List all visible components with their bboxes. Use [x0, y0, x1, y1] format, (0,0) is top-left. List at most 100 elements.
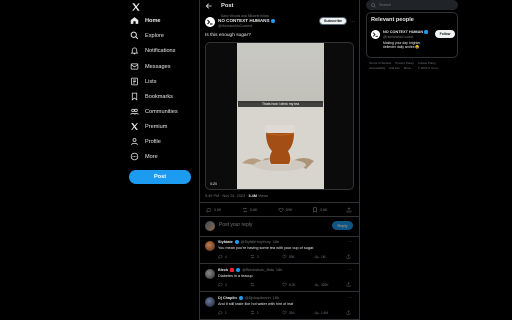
reply-age[interactable]: 18h — [273, 240, 279, 244]
reply-header: Dj Chaplin @Djchaplinnnn 18h — [218, 296, 279, 300]
more-options-icon[interactable]: ··· — [348, 267, 352, 272]
person-name[interactable]: NO CONTEXT HUMAN — [383, 30, 428, 34]
search-input[interactable] — [379, 3, 449, 7]
like-count: 31K — [289, 310, 295, 315]
repost-action[interactable]: 1 — [250, 310, 259, 315]
reply-age[interactable]: 18h — [273, 296, 279, 300]
views-label: Views — [258, 194, 269, 198]
author-handle[interactable]: @HumansNoContext — [218, 24, 252, 28]
reply-age[interactable]: 18h — [276, 268, 282, 272]
footer-link-cookie[interactable]: Cookie Policy — [418, 61, 436, 65]
follow-button[interactable]: Follow — [435, 30, 455, 38]
footer-link-terms[interactable]: Terms of Service — [369, 61, 391, 65]
reply-action[interactable]: 3 — [218, 282, 227, 287]
repost-action[interactable]: 5.8K — [242, 207, 257, 213]
like-action[interactable]: 6.2K — [282, 282, 296, 287]
share-action[interactable] — [346, 310, 351, 315]
footer-link-privacy[interactable]: Privacy Policy — [395, 61, 414, 65]
search-icon — [371, 2, 376, 8]
reply-author-name[interactable]: Bleck — [218, 268, 228, 272]
reply-item[interactable]: Dj Chaplin @Djchaplinnnn 18h ··· And it … — [200, 293, 360, 320]
reply-avatar[interactable] — [205, 269, 215, 279]
video-time: 0:20 — [209, 182, 218, 186]
page-title: Post — [221, 3, 234, 9]
reply-avatar[interactable] — [205, 297, 215, 307]
reply-action[interactable]: 4 — [218, 254, 227, 259]
reply-author-name[interactable]: Siyfdate — [218, 240, 233, 244]
reply-item[interactable]: Bleck @Bleckshulu_Bids 18h ··· Diabetes … — [200, 265, 360, 292]
nav-label: More — [145, 153, 158, 160]
views-action[interactable]: 1.4M — [314, 310, 328, 315]
nav-label: Explore — [145, 32, 164, 39]
more-options-icon[interactable]: ··· — [350, 19, 355, 25]
person-icon — [130, 137, 139, 146]
author-avatar[interactable] — [205, 17, 215, 27]
views-action[interactable]: 420K — [314, 282, 328, 287]
nav-item-messages[interactable]: Messages — [130, 60, 171, 73]
footer-copyright: © 2023 X Corp. — [417, 65, 439, 70]
repost-count: 5.8K — [250, 208, 258, 212]
verified-badge-icon — [238, 296, 243, 300]
relevant-people-panel: Relevant people NO CONTEXT HUMAN @Humans… — [366, 12, 458, 58]
like-action[interactable]: 59K — [278, 207, 292, 213]
home-icon — [130, 16, 139, 25]
tweet-video[interactable]: Thats how I drink my tea 0:20 — [205, 42, 354, 190]
user-avatar[interactable] — [205, 221, 215, 231]
reply-count: 4 — [225, 254, 227, 259]
share-action[interactable] — [346, 207, 352, 213]
nav-item-lists[interactable]: Lists — [130, 75, 157, 88]
nav-label: Messages — [145, 63, 171, 70]
verified-badge-icon — [271, 18, 276, 23]
nav-item-home[interactable]: Home — [130, 14, 161, 27]
reply-author-handle[interactable]: @Bleckshulu_Bids — [242, 268, 274, 272]
nav-item-notifications[interactable]: Notifications — [130, 44, 175, 57]
reply-author-name[interactable]: Dj Chaplin — [218, 296, 237, 300]
nav-item-profile[interactable]: Profile — [130, 135, 161, 148]
person-handle[interactable]: @HumansNoContext — [383, 35, 413, 39]
nav-item-more[interactable]: More — [130, 150, 158, 163]
views-action[interactable]: 1M — [314, 254, 325, 259]
nav-item-premium[interactable]: Premium — [130, 120, 167, 133]
repost-action[interactable]: 3 — [250, 254, 259, 259]
reply-action[interactable]: 1 — [218, 310, 227, 315]
list-icon — [130, 77, 139, 86]
reply-avatar[interactable] — [205, 241, 215, 251]
post-button[interactable]: Post — [129, 170, 191, 184]
more-options-icon[interactable]: ··· — [348, 239, 352, 244]
reply-item[interactable]: Siyfdate @SiyfahHolyHory 18h ··· You mea… — [200, 237, 360, 264]
subscribe-button[interactable]: Subscribe — [319, 17, 347, 25]
reply-action[interactable]: 3.5K — [206, 207, 221, 213]
share-action[interactable] — [346, 282, 351, 287]
reply-author-handle[interactable]: @Djchaplinnnn — [245, 296, 271, 300]
reply-count: 3 — [225, 282, 227, 287]
nav-item-communities[interactable]: Communities — [130, 105, 178, 118]
tweet-text: Is this enough sugar? — [205, 33, 251, 38]
back-arrow-icon[interactable] — [205, 2, 213, 10]
tweet-time[interactable]: 9:49 PM — [205, 194, 219, 198]
footer-link-ads[interactable]: Ads info — [389, 66, 400, 70]
repost-icon — [250, 310, 255, 315]
x-logo-icon[interactable] — [131, 2, 141, 12]
reply-button[interactable]: Reply — [332, 221, 353, 230]
repost-count: 1 — [257, 310, 259, 315]
footer-link-more[interactable]: More ... — [404, 66, 414, 70]
share-action[interactable] — [346, 254, 351, 259]
reply-input[interactable] — [219, 222, 319, 228]
left-nav: Home Explore Notifications Messages List… — [124, 0, 198, 320]
reply-author-handle[interactable]: @SiyfahHolyHory — [241, 240, 271, 244]
repost-icon — [250, 282, 255, 287]
bookmark-action[interactable]: 3.6K — [312, 207, 327, 213]
nav-item-bookmarks[interactable]: Bookmarks — [130, 90, 173, 103]
repost-action[interactable] — [250, 282, 257, 287]
author-name[interactable]: NO CONTEXT HUMANS — [218, 18, 276, 23]
reply-count: 1 — [225, 310, 227, 315]
nav-item-explore[interactable]: Explore — [130, 29, 164, 42]
heart-icon — [282, 254, 287, 259]
footer-link-accessibility[interactable]: Accessibility — [369, 66, 385, 70]
like-action[interactable]: 53K — [282, 254, 295, 259]
person-avatar[interactable] — [371, 30, 380, 39]
like-action[interactable]: 31K — [282, 310, 295, 315]
more-options-icon[interactable]: ··· — [348, 295, 352, 300]
search-box[interactable] — [366, 0, 458, 10]
tweet-date[interactable]: Nov 24, 2023 — [223, 194, 246, 198]
